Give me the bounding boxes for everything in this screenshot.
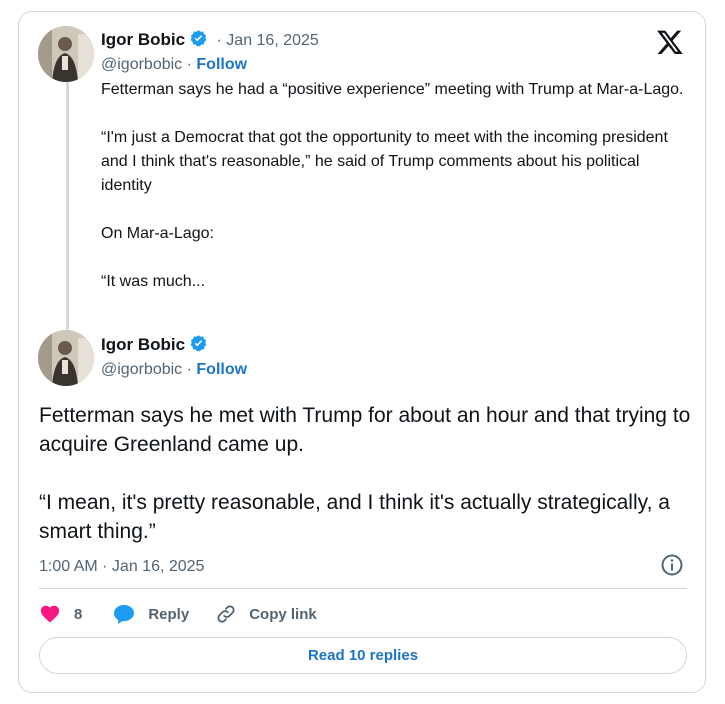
- follow-button[interactable]: Follow: [196, 361, 247, 378]
- main-post-header: Igor Bobic: [101, 334, 208, 360]
- heart-icon: [40, 605, 60, 623]
- main-paragraph: “I mean, it's pretty reasonable, and I t…: [39, 491, 670, 543]
- like-button[interactable]: 8: [39, 603, 82, 625]
- separator-dot: ·: [186, 361, 192, 378]
- quoted-paragraph: Fetterman says he had a “positive experi…: [101, 81, 684, 98]
- x-logo-icon[interactable]: [656, 28, 684, 56]
- copy-link-label: Copy link: [249, 605, 317, 623]
- copy-link-button[interactable]: Copy link: [215, 603, 317, 625]
- thread-connector-line: [66, 82, 69, 330]
- author-name[interactable]: Igor Bobic: [101, 30, 185, 49]
- reply-button[interactable]: Reply: [112, 602, 189, 626]
- divider: [39, 588, 687, 589]
- separator-dot: ·: [186, 56, 192, 73]
- quoted-post-subheader: @igorbobic · Follow: [101, 54, 247, 76]
- link-icon: [217, 605, 235, 623]
- quoted-paragraph: “It was much...: [101, 273, 206, 290]
- main-post-subheader: @igorbobic · Follow: [101, 359, 247, 381]
- author-name[interactable]: Igor Bobic: [101, 335, 185, 354]
- post-date[interactable]: · Jan 16, 2025: [217, 32, 319, 49]
- read-replies-button[interactable]: Read 10 replies: [39, 637, 687, 674]
- author-handle[interactable]: @igorbobic: [101, 361, 182, 378]
- reply-bubble-icon: [114, 605, 135, 624]
- quoted-post-header: Igor Bobic · Jan 16, 2025: [101, 29, 319, 55]
- author-handle[interactable]: @igorbobic: [101, 56, 182, 73]
- quoted-paragraph: “I'm just a Democrat that got the opport…: [101, 129, 668, 194]
- verified-badge-icon: [189, 29, 208, 55]
- post-timestamp[interactable]: 1:00 AM · Jan 16, 2025: [39, 556, 204, 578]
- action-bar: 8 Reply Copy link: [39, 602, 317, 626]
- embedded-post-card: Igor Bobic · Jan 16, 2025 @igorbobic · F…: [18, 11, 706, 693]
- verified-badge-icon: [189, 334, 208, 360]
- quoted-paragraph: On Mar-a-Lago:: [101, 225, 214, 242]
- author-avatar[interactable]: [38, 26, 94, 82]
- main-paragraph: Fetterman says he met with Trump for abo…: [39, 404, 691, 456]
- main-post-text: Fetterman says he met with Trump for abo…: [39, 401, 699, 546]
- follow-button[interactable]: Follow: [196, 56, 247, 73]
- author-avatar[interactable]: [38, 330, 94, 386]
- info-icon[interactable]: [660, 553, 684, 577]
- quoted-post-text[interactable]: Fetterman says he had a “positive experi…: [101, 78, 691, 294]
- like-count: 8: [74, 605, 83, 623]
- reply-label: Reply: [148, 605, 190, 623]
